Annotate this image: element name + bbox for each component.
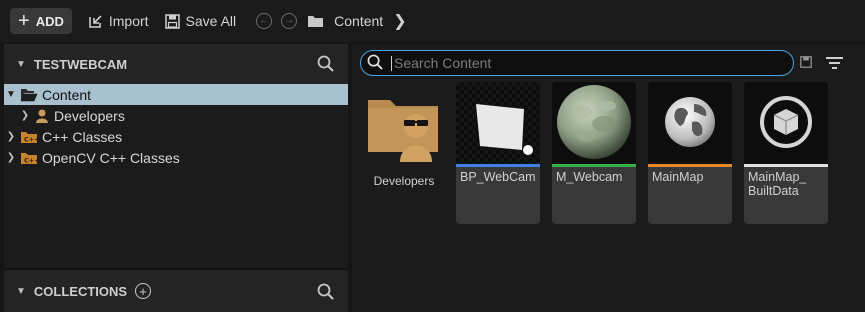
tree-item-label: C++ Classes [42,128,123,145]
tree-item-content[interactable]: ▼ Content [4,84,348,105]
text-cursor [391,55,392,71]
expand-arrow-icon[interactable]: ❯ [4,131,18,142]
cpp-folder-icon: C++ [20,151,38,165]
search-icon[interactable] [317,283,334,303]
content-browser-toolbar: + ADD Import Save All ← → Content ❯ [0,0,865,42]
developer-folder-icon [366,96,440,165]
search-icon[interactable] [317,55,334,75]
blueprint-thumbnail [456,82,540,164]
asset-view: Developers BP_WebCam [352,44,865,312]
asset-tile-bp-webcam[interactable]: BP_WebCam [456,82,540,224]
save-search-icon[interactable] [800,56,812,71]
asset-tile-mainmap-builtdata[interactable]: MainMap_ BuiltData [744,82,828,224]
asset-tile-developers[interactable]: Developers [362,82,446,224]
breadcrumb-content: Content [334,13,384,29]
tree-item-label: Content [42,86,92,103]
sources-header[interactable]: ▼ TESTWEBCAM [4,44,348,84]
filter-icon[interactable] [826,56,844,73]
expand-arrow-icon[interactable]: ❯ [18,110,32,121]
breadcrumb[interactable]: Content [307,13,383,29]
collapse-caret-icon[interactable]: ▼ [16,286,26,297]
add-button[interactable]: + ADD [10,8,72,34]
asset-label: M_Webcam [556,170,623,184]
asset-tile-m-webcam[interactable]: M_Webcam [552,82,636,224]
collections-label: COLLECTIONS [33,283,128,299]
tree-item-label: Developers [54,107,125,124]
material-thumbnail [552,82,636,164]
chevron-right-icon[interactable]: ❯ [393,11,406,31]
search-icon [367,54,383,73]
save-icon [164,13,180,29]
folder-icon [307,14,324,28]
project-name: TESTWEBCAM [33,56,128,72]
tree-item-label: OpenCV C++ Classes [42,149,180,166]
tree-item-opencv-classes[interactable]: ❯ C++ OpenCV C++ Classes [4,147,348,168]
svg-text:C++: C++ [24,135,38,143]
import-label: Import [108,13,149,29]
svg-text:C++: C++ [24,156,38,164]
asset-type-stripe [648,164,732,167]
asset-type-stripe [456,164,540,167]
add-collection-icon[interactable]: + [135,283,152,299]
asset-type-stripe [744,164,828,167]
asset-label: MainMap [652,170,704,184]
add-label: ADD [35,13,64,29]
tree-item-developers[interactable]: ❯ Developers [4,105,348,126]
build-data-thumbnail [744,82,828,164]
level-thumbnail [648,82,732,164]
expand-arrow-icon[interactable]: ❯ [4,152,18,163]
forward-arrow-icon[interactable]: → [281,13,298,29]
plus-icon: + [18,10,30,32]
sources-panel: ▼ TESTWEBCAM ▼ Content ❯ Developers ❯ C+… [4,44,348,312]
back-arrow-icon[interactable]: ← [256,13,273,29]
expand-arrow-icon[interactable]: ▼ [4,89,18,100]
developer-folder-icon [34,109,50,123]
tree-item-cpp-classes[interactable]: ❯ C++ C++ Classes [4,126,348,147]
folder-tree: ▼ Content ❯ Developers ❯ C++ C++ Classes… [4,84,348,168]
asset-label: MainMap_ BuiltData [748,170,807,198]
asset-label: Developers [373,174,435,188]
collections-header[interactable]: ▼ COLLECTIONS + [4,268,348,312]
save-all-label: Save All [185,13,237,29]
import-icon [88,14,103,29]
search-bar[interactable] [360,50,794,76]
open-folder-icon [20,88,38,102]
save-all-button[interactable]: Save All [164,13,237,29]
collapse-caret-icon[interactable]: ▼ [16,59,26,70]
asset-type-stripe [552,164,636,167]
cpp-folder-icon: C++ [20,130,38,144]
asset-tile-mainmap[interactable]: MainMap [648,82,732,224]
import-button[interactable]: Import [88,13,149,29]
search-input[interactable] [394,55,774,71]
asset-label: BP_WebCam [460,170,536,184]
